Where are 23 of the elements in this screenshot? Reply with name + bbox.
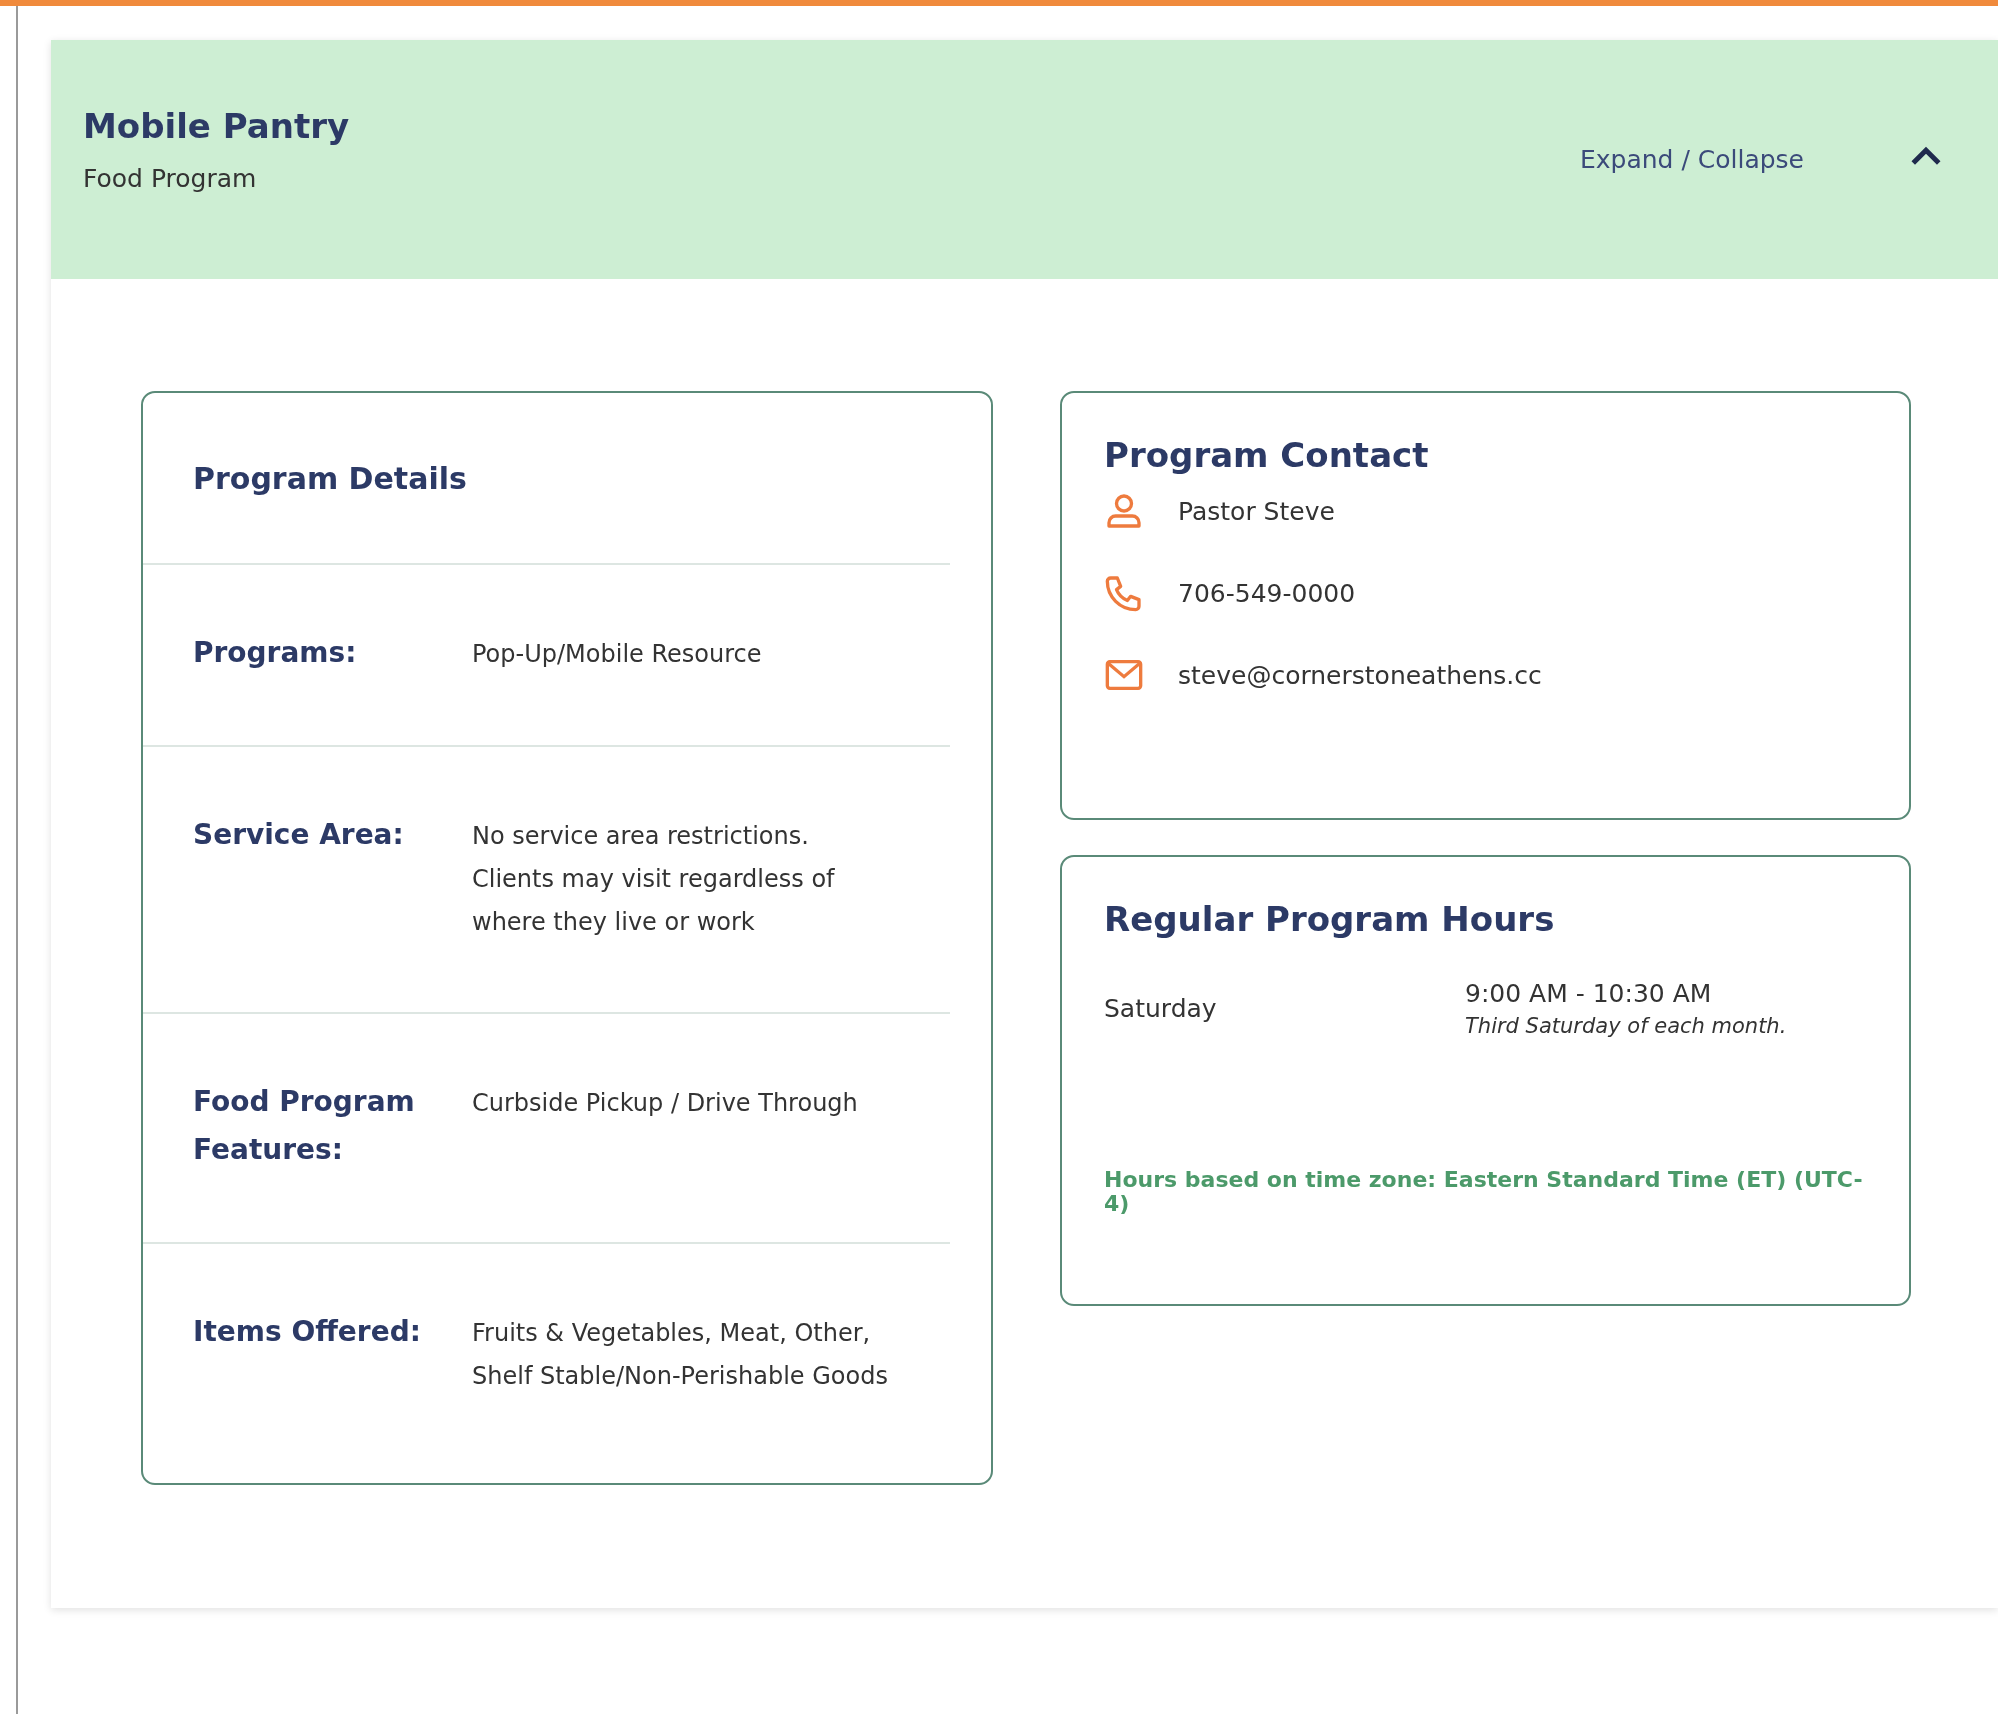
timezone-note: Hours based on time zone: Eastern Standard Time (ET) (UTC-4) <box>1104 1168 1864 1216</box>
field-label: Programs: <box>192 635 358 671</box>
card-title: Program Details <box>193 460 467 496</box>
time-range: 9:00 AM - 10:30 AM <box>1465 979 1713 1008</box>
contact-text: Pastor Steve <box>1178 496 1335 526</box>
field-label: Service Area: <box>192 817 405 853</box>
day-label: Saturday <box>1104 994 1218 1023</box>
program-type: Food Program <box>83 164 258 193</box>
expand-collapse-link[interactable]: Expand / Collapse <box>1579 145 1804 174</box>
person-icon <box>1104 491 1144 531</box>
schedule-note: Third Saturday of each month. <box>1465 1014 1787 1038</box>
field-value: Pop-Up/Mobile Resource <box>472 639 763 670</box>
card-title: Regular Program Hours <box>1104 899 1556 939</box>
field-label: Food Program Features: <box>192 1084 416 1168</box>
card-title: Program Contact <box>1104 435 1430 475</box>
field-label: Items Offered: <box>192 1314 422 1350</box>
phone-icon <box>1104 573 1144 613</box>
program-title: Mobile Pantry <box>83 106 351 146</box>
field-value: Curbside Pickup / Drive Through <box>472 1088 859 1119</box>
contact-text: steve@cornerstoneathens.cc <box>1178 660 1542 690</box>
field-value: No service area restrictions. Clients may visit regardless of where they live or work <box>472 821 836 938</box>
field-value: Fruits & Vegetables, Meat, Other, Shelf Stable/Non-Perishable Goods <box>472 1318 889 1392</box>
contact-text: 706-549-0000 <box>1178 578 1356 608</box>
